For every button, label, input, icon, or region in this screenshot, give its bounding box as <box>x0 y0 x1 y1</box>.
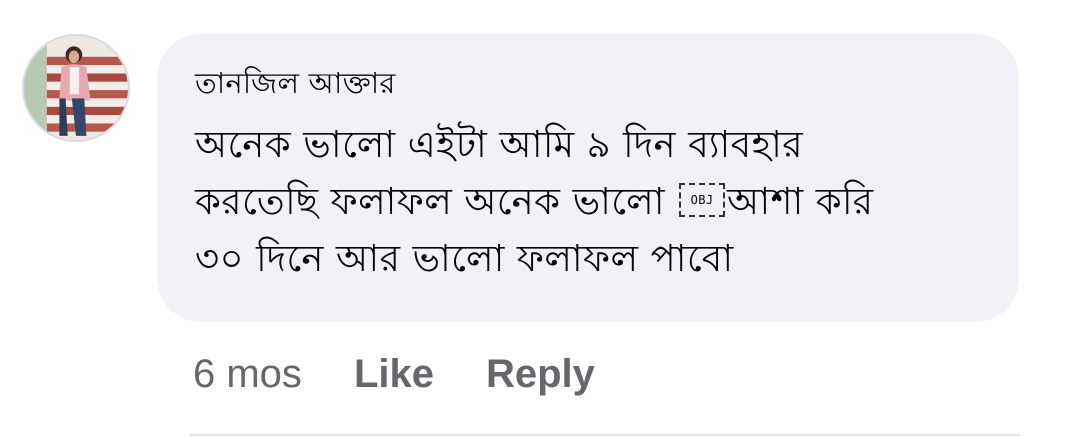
comment: তানজিল আক্তার অনেক ভালো এইটা আমি ৯ দিন ব… <box>0 0 1080 437</box>
avatar-photo <box>24 36 128 140</box>
comment-text-line-2b: আশা করি <box>727 180 874 223</box>
divider <box>190 434 1020 436</box>
object-placeholder-icon: OBJ <box>679 182 726 217</box>
comment-bubble: তানজিল আক্তার অনেক ভালো এইটা আমি ৯ দিন ব… <box>157 34 1019 322</box>
like-button[interactable]: Like <box>354 352 434 397</box>
comment-text-line-3: ৩০ দিনে আর ভালো ফলাফল পাবো <box>195 237 734 280</box>
comment-timestamp[interactable]: 6 mos <box>193 352 302 397</box>
avatar[interactable] <box>22 34 130 142</box>
comment-text: অনেক ভালো এইটা আমি ৯ দিন ব্যাবহার করতেছি … <box>195 116 989 287</box>
comment-text-line-1: অনেক ভালো এইটা আমি ৯ দিন ব্যাবহার <box>195 123 803 166</box>
comment-actions: 6 mos Like Reply <box>193 344 647 404</box>
comment-text-line-2a: করতেছি ফলাফল অনেক ভালো <box>195 180 678 223</box>
reply-button[interactable]: Reply <box>486 352 595 397</box>
comment-author[interactable]: তানজিল আক্তার <box>195 66 989 100</box>
